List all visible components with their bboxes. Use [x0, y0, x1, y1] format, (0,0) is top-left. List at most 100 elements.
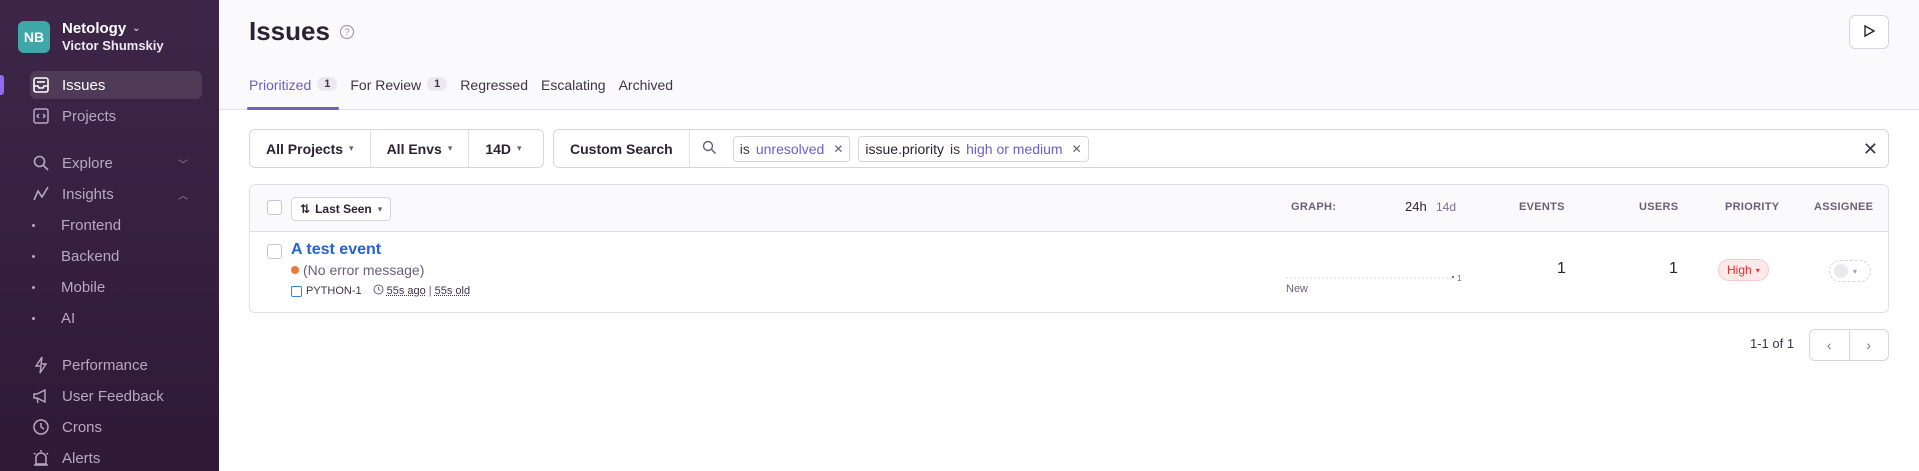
sidebar-item-label: Crons: [62, 419, 102, 436]
sidebar-subitem-mobile[interactable]: Mobile: [32, 275, 105, 299]
chevron-left-icon: ‹: [1827, 337, 1832, 353]
table-row[interactable]: A test event (No error message) PYTHON-1…: [250, 232, 1888, 312]
org-avatar: NB: [18, 21, 50, 53]
pagination-caption: 1-1 of 1: [1750, 336, 1794, 351]
search-icon: [702, 140, 717, 158]
org-switcher[interactable]: NB Netology ⌄ Victor Shumskiy: [18, 20, 164, 53]
clear-search-icon[interactable]: ✕: [1863, 139, 1878, 160]
chevron-up-icon: ︿: [178, 187, 188, 202]
sidebar-item-projects[interactable]: Projects: [30, 102, 202, 130]
play-icon: [1862, 24, 1876, 41]
sidebar-item-label: Alerts: [62, 450, 100, 467]
chevron-down-icon: ▾: [517, 143, 522, 154]
chevron-down-icon: ▾: [1756, 266, 1760, 275]
siren-icon: [30, 447, 52, 469]
sidebar: NB Netology ⌄ Victor Shumskiy Issues Proj…: [0, 0, 219, 471]
sidebar-item-insights[interactable]: Insights ︿: [30, 180, 202, 208]
row-checkbox[interactable]: [267, 244, 282, 259]
sidebar-item-crons[interactable]: Crons: [30, 413, 202, 441]
page-title: Issues: [249, 16, 330, 47]
custom-search-button[interactable]: Custom Search: [554, 130, 690, 167]
select-all-checkbox[interactable]: [267, 200, 282, 215]
chevron-down-icon: ▾: [349, 143, 354, 154]
play-button[interactable]: [1849, 15, 1889, 49]
tab-prioritized[interactable]: Prioritized 1: [249, 76, 337, 110]
chevron-down-icon: ▾: [378, 204, 383, 215]
tab-regressed[interactable]: Regressed: [460, 76, 528, 110]
level-dot-icon: [291, 266, 299, 274]
period-14d-toggle[interactable]: 14d: [1436, 200, 1456, 214]
inbox-icon: [30, 74, 52, 96]
avatar-placeholder-icon: [1834, 264, 1848, 278]
chevron-right-icon: ›: [1866, 337, 1871, 353]
sparkline-max: 1: [1457, 274, 1462, 283]
events-count: 1: [1557, 260, 1566, 278]
assignee-header: ASSIGNEE: [1814, 201, 1873, 213]
sidebar-item-explore[interactable]: Explore ﹀: [30, 149, 202, 177]
sidebar-item-label: Explore: [62, 155, 113, 172]
users-count: 1: [1669, 260, 1678, 278]
tab-count-badge: 1: [427, 77, 447, 91]
page-header: Issues ? Prioritized 1 For Review 1 Regres…: [219, 0, 1919, 110]
next-page-button[interactable]: ›: [1850, 330, 1889, 360]
users-header: USERS: [1639, 201, 1678, 213]
events-header: EVENTS: [1519, 201, 1565, 213]
issue-short-id[interactable]: PYTHON-1: [306, 285, 362, 297]
tab-archived[interactable]: Archived: [619, 76, 673, 110]
pagination: ‹ ›: [1809, 329, 1889, 361]
active-indicator: [0, 75, 4, 95]
first-seen[interactable]: 55s old: [435, 285, 470, 297]
prev-page-button[interactable]: ‹: [1810, 330, 1850, 360]
search-token[interactable]: issue.priority is high or medium ✕: [858, 136, 1088, 162]
issue-tabs: Prioritized 1 For Review 1 Regressed Escal…: [249, 76, 686, 110]
table-header: ⇅ Last Seen ▾ GRAPH: 24h 14d EVENTS USER…: [250, 185, 1888, 232]
megaphone-icon: [30, 385, 52, 407]
sidebar-item-label: Issues: [62, 77, 105, 94]
assignee-selector[interactable]: ▾: [1829, 260, 1871, 282]
priority-header: PRIORITY: [1725, 201, 1779, 213]
sidebar-item-label: User Feedback: [62, 388, 164, 405]
main-content: Issues ? Prioritized 1 For Review 1 Regres…: [219, 0, 1919, 471]
code-icon: [30, 105, 52, 127]
graph-icon: [30, 183, 52, 205]
graph-new-label: New: [1286, 283, 1308, 295]
environment-filter-button[interactable]: All Envs ▾: [371, 130, 470, 167]
sidebar-item-label: Performance: [62, 357, 148, 374]
chevron-down-icon: ﹀: [178, 156, 188, 171]
chevron-down-icon: ▾: [1853, 267, 1857, 276]
date-range-button[interactable]: 14D ▾: [469, 130, 537, 167]
tab-count-badge: 1: [317, 77, 337, 91]
search-input[interactable]: is unresolved ✕ issue.priority is high o…: [690, 130, 1888, 167]
period-24h-toggle[interactable]: 24h: [1405, 199, 1427, 214]
tab-for-review[interactable]: For Review 1: [350, 76, 447, 110]
clock-icon: [30, 416, 52, 438]
tab-escalating[interactable]: Escalating: [541, 76, 606, 110]
remove-token-icon[interactable]: ✕: [1072, 142, 1082, 156]
help-icon[interactable]: ?: [340, 25, 354, 39]
bolt-icon: [30, 354, 52, 376]
issue-title-link[interactable]: A test event: [291, 241, 381, 259]
event-sparkline: 1: [1286, 261, 1462, 291]
sidebar-item-label: Projects: [62, 108, 116, 125]
sidebar-item-alerts[interactable]: Alerts: [30, 444, 202, 471]
user-name: Victor Shumskiy: [62, 38, 164, 53]
sidebar-item-issues[interactable]: Issues: [30, 71, 202, 99]
search-token[interactable]: is unresolved ✕: [733, 136, 851, 162]
sidebar-item-user-feedback[interactable]: User Feedback: [30, 382, 202, 410]
sort-button[interactable]: ⇅ Last Seen ▾: [291, 197, 391, 221]
sidebar-subitem-frontend[interactable]: Frontend: [32, 213, 121, 237]
sidebar-subitem-backend[interactable]: Backend: [32, 244, 119, 268]
remove-token-icon[interactable]: ✕: [833, 142, 843, 156]
priority-dropdown[interactable]: High ▾: [1718, 259, 1769, 281]
python-project-icon: [291, 286, 302, 297]
sidebar-subitem-ai[interactable]: AI: [32, 306, 75, 330]
issue-search-bar: Custom Search is unresolved ✕ issue.prio…: [553, 129, 1889, 168]
project-filter-button[interactable]: All Projects ▾: [250, 130, 371, 167]
sidebar-item-performance[interactable]: Performance: [30, 351, 202, 379]
sidebar-item-label: Insights: [62, 186, 114, 203]
chevron-down-icon: ⌄: [132, 23, 140, 34]
search-icon: [30, 152, 52, 174]
org-name: Netology: [62, 20, 126, 37]
issue-message: (No error message): [303, 262, 424, 278]
last-seen[interactable]: 55s ago: [387, 285, 426, 297]
